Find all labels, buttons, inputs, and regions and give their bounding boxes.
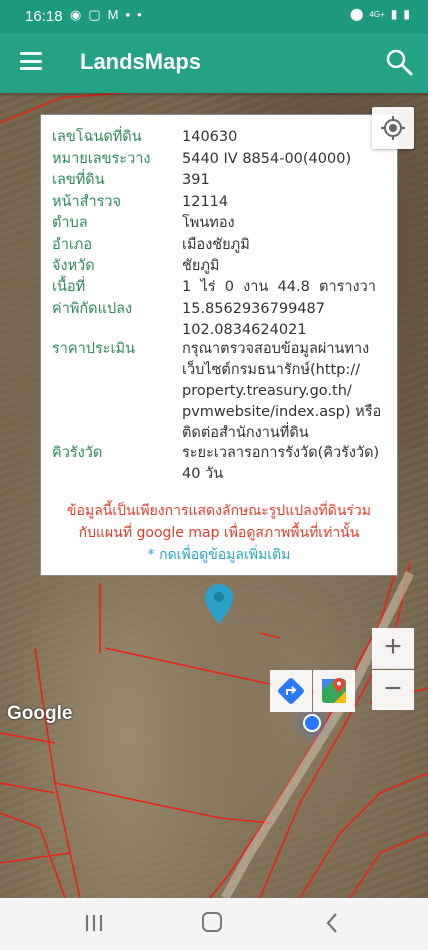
info-row-deed: เลขโฉนดที่ดิน 140630 — [52, 129, 238, 145]
status-bar: 16:18 ◉ ▢ M ▪ • ⬤ 4G+ ▮ ▮ — [0, 0, 428, 33]
info-row-province: จังหวัด ชัยภูมิ — [52, 258, 220, 274]
info-row-coordinates: ค่าพิกัดแปลง 15.8562936799487 102.083462… — [52, 301, 325, 338]
directions-button[interactable] — [270, 670, 312, 712]
google-maps-icon — [322, 678, 346, 703]
notification-icons: ◉ ▢ M ▪ • — [70, 7, 142, 23]
signal-icon: ▮ — [390, 7, 398, 21]
location-marker-icon[interactable] — [203, 582, 235, 626]
status-time: 16:18 — [25, 8, 63, 25]
zoom-in-button[interactable]: + — [372, 628, 414, 669]
search-icon[interactable] — [384, 47, 414, 77]
location-icon: ⬤ — [350, 7, 364, 21]
google-attribution: Google — [7, 703, 73, 724]
home-icon[interactable] — [202, 912, 222, 932]
hamburger-icon[interactable] — [20, 52, 42, 70]
dot-icon: • — [137, 7, 142, 22]
app-title: LandsMaps — [80, 49, 202, 74]
info-row-land-number: เลขที่ดิน 391 — [52, 172, 210, 188]
directions-icon — [278, 678, 304, 704]
back-icon[interactable] — [324, 911, 340, 935]
network-type: 4G+ — [369, 9, 385, 19]
disclaimer-line-1: ข้อมูลนี้เป็นเพียงการแสดงลักษณะรูปแปลงที… — [66, 503, 372, 519]
message-icon: ▢ — [88, 7, 101, 22]
recents-icon[interactable] — [84, 913, 104, 933]
info-row-survey-queue: คิวรังวัด ระยะเวลารอการรังวัด(คิวรังวัด)… — [52, 445, 380, 482]
line-icon: ◉ — [70, 7, 82, 22]
my-location-dot — [303, 714, 321, 732]
more-info-link[interactable]: * กดเพื่อดูข้อมูลเพิ่มเติม — [41, 544, 397, 566]
zoom-out-button[interactable]: − — [372, 670, 414, 710]
info-row-appraisal: ราคาประเมิน กรุณาตรวจสอบข้อมูลผ่านทาง เว… — [52, 341, 382, 441]
info-row-sheet: หมายเลขระวาง 5440 IV 8854-00(4000) — [52, 151, 352, 167]
gmail-icon: M — [107, 7, 119, 22]
open-google-maps-button[interactable] — [313, 670, 355, 712]
system-icons: ⬤ 4G+ ▮ ▮ — [350, 7, 410, 21]
my-location-button[interactable] — [372, 107, 414, 149]
crosshair-icon — [381, 116, 405, 140]
system-nav-bar — [0, 898, 428, 950]
info-row-survey-page: หน้าสำรวจ 12114 — [52, 194, 229, 210]
parcel-info-panel[interactable]: เลขโฉนดที่ดิน 140630 หมายเลขระวาง 5440 I… — [40, 114, 398, 576]
chat-icon: ▪ — [125, 7, 131, 22]
battery-icon: ▮ — [403, 7, 410, 21]
info-row-area: เนื้อที่ 1 ไร่ 0 งาน 44.8 ตารางวา — [52, 279, 376, 295]
info-row-district: อำเภอ เมืองชัยภูมิ — [52, 237, 250, 253]
info-row-subdistrict: ตำบล โพนทอง — [52, 215, 235, 231]
app-bar: LandsMaps — [0, 33, 428, 93]
disclaimer-line-2: กับแผนที่ google map เพื่อดูสภาพพื้นที่เ… — [78, 525, 360, 541]
